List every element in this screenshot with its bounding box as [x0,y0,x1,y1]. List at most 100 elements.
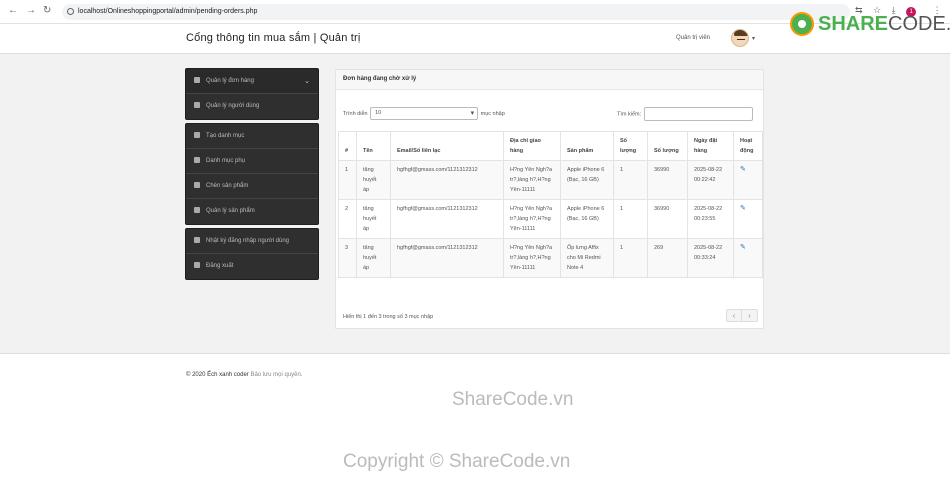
column-header[interactable]: Ngày đặt hàng [687,131,734,161]
show-suffix-label: mục nhập [480,110,505,117]
url-text: localhost/Onlineshoppingportal/admin/pen… [78,8,258,15]
page-length-select[interactable]: 10 [370,107,479,120]
cell-number: 2 [338,199,357,239]
column-header[interactable]: Hoạt động [733,131,763,161]
cell-date: 2025-08-22 00:22:42 [687,160,734,200]
sidebar-group-catalog: Tạo danh mục Danh mục phụ Chèn sản phẩm … [185,123,319,225]
sidebar-item-label: Quản lý người dùng [206,103,260,109]
table-row: 1 tăng huyết áp hgfhgf@gmass.com/1121312… [338,160,763,200]
sidebar-item-orders[interactable]: Quản lý đơn hàng ⌄ [186,69,318,94]
column-header[interactable]: Số lượng [613,131,648,161]
address-bar[interactable]: localhost/Onlineshoppingportal/admin/pen… [62,4,850,20]
cell-address: H?ng Yên Ngh?a tr?,làng h?,H?ng Yên-1111… [503,160,561,200]
page-length-value: 10 [375,110,382,116]
chevron-down-icon: ⌄ [304,78,310,85]
cell-quantity: 1 [613,160,648,200]
sidebar-item-label: Chèn sản phẩm [206,183,249,189]
sidebar-item-label: Đăng xuất [206,263,234,269]
column-header[interactable]: Địa chỉ giao hàng [503,131,561,161]
cell-name: tăng huyết áp [356,238,391,278]
admin-user-label[interactable]: Quản trị viên [676,35,710,41]
search-label: Tìm kiếm: [617,111,642,118]
page-length-control: Trình diễn 10 mục nhập [343,107,505,120]
table-info: Hiển thị 1 đến 3 trong số 3 mục nhập [343,314,434,320]
sidebar-item-label: Quản lý sản phẩm [206,208,255,214]
table-header-row: # Tên Email/Số liên lạc Địa chỉ giao hàn… [338,131,763,161]
table-search: Tìm kiếm: [617,107,753,121]
edit-icon[interactable]: ✎ [733,199,763,239]
logo-text-code: CODE.vn [888,13,950,35]
sidebar-group-orders: Quản lý đơn hàng ⌄ Quản lý người dùng [185,68,319,120]
cell-product: Ốp lưng Affix cho Mi Redmi Note 4 [560,238,614,278]
footer-rights: Bảo lưu mọi quyền. [250,372,303,378]
cell-date: 2025-08-22 00:33:24 [687,238,734,278]
paste-icon [194,182,200,189]
column-header[interactable]: Số lượng [647,131,688,161]
list-icon [194,237,200,244]
previous-page-icon[interactable]: ‹ [727,310,742,322]
cell-email: hgfhgf@gmass.com/1121312312 [390,199,504,239]
next-page-icon[interactable]: › [742,310,757,322]
cell-amount: 36990 [647,199,688,239]
search-input[interactable] [643,107,753,121]
cell-address: H?ng Yên Ngh?a tr?,làng h?,H?ng Yên-1111… [503,238,561,278]
signout-icon [194,262,200,269]
table-row: 3 tăng huyết áp hgfhgf@gmass.com/1121312… [338,238,763,278]
sharecode-logo-icon [790,12,814,36]
logo-text-share: SHARE [818,13,889,35]
column-header[interactable]: Sản phẩm [560,131,614,161]
show-prefix-label: Trình diễn [343,110,368,117]
reload-icon[interactable]: ↻ [43,5,51,16]
users-icon [194,102,200,109]
sidebar-item-logout[interactable]: Đăng xuất [186,254,318,279]
sidebar-item-label: Nhật ký đăng nhập người dùng [206,238,290,244]
cell-amount: 269 [647,238,688,278]
gear-icon [194,77,200,84]
cell-product: Apple iPhone 6 (Bạc, 16 GB) [560,160,614,200]
panel-title: Đơn hàng đang chờ xử lý [336,70,763,90]
cell-product: Apple iPhone 6 (Bạc, 16 GB) [560,199,614,239]
cell-date: 2025-08-22 00:23:55 [687,199,734,239]
footer: © 2020 Ếch xanh coder Bảo lưu mọi quyền. [186,372,303,378]
list-icon [194,157,200,164]
column-header[interactable]: # [338,131,357,161]
cell-name: tăng huyết áp [356,199,391,239]
cell-number: 3 [338,238,357,278]
cell-email: hgfhgf@gmass.com/1121312312 [390,160,504,200]
site-info-icon[interactable] [67,8,74,15]
edit-icon[interactable]: ✎ [733,238,763,278]
footer-copyright: © 2020 Ếch xanh coder [186,372,249,378]
sidebar-item-manage-products[interactable]: Quản lý sản phẩm [186,199,318,224]
sidebar-item-label: Quản lý đơn hàng [206,78,254,84]
site-brand[interactable]: Cổng thông tin mua sắm | Quản trị [186,32,361,44]
edit-icon[interactable]: ✎ [733,160,763,200]
watermark-copyright: Copyright © ShareCode.vn [343,451,571,472]
column-header[interactable]: Email/Số liên lạc [390,131,504,161]
pagination: ‹ › [726,309,758,322]
back-icon[interactable]: ← [8,5,18,16]
forward-icon[interactable]: → [26,5,36,16]
cell-amount: 36990 [647,160,688,200]
cell-quantity: 1 [613,238,648,278]
table-row: 2 tăng huyết áp hgfhgf@gmass.com/1121312… [338,199,763,239]
sidebar-item-label: Danh mục phụ [206,158,246,164]
cell-name: tăng huyết áp [356,160,391,200]
sidebar-item-users[interactable]: Quản lý người dùng [186,94,318,119]
cell-quantity: 1 [613,199,648,239]
watermark-text: ShareCode.vn [452,389,574,410]
cell-address: H?ng Yên Ngh?a tr?,làng h?,H?ng Yên-1111… [503,199,561,239]
sidebar-item-create-category[interactable]: Tạo danh mục [186,124,318,149]
list-icon [194,132,200,139]
sidebar-item-subcategory[interactable]: Danh mục phụ [186,149,318,174]
admin-avatar[interactable] [731,29,749,47]
table-icon [194,207,200,214]
orders-table: # Tên Email/Số liên lạc Địa chỉ giao hàn… [338,131,763,278]
cell-email: hgfhgf@gmass.com/1121312312 [390,238,504,278]
pending-orders-panel: Đơn hàng đang chờ xử lý Trình diễn 10 mụ… [335,69,764,329]
sidebar-item-login-log[interactable]: Nhật ký đăng nhập người dùng [186,229,318,254]
chevron-down-icon[interactable]: ▾ [752,35,755,42]
cell-number: 1 [338,160,357,200]
column-header[interactable]: Tên [356,131,391,161]
main-content: Quản lý đơn hàng ⌄ Quản lý người dùng Tạ… [0,54,950,354]
sidebar-item-insert-product[interactable]: Chèn sản phẩm [186,174,318,199]
